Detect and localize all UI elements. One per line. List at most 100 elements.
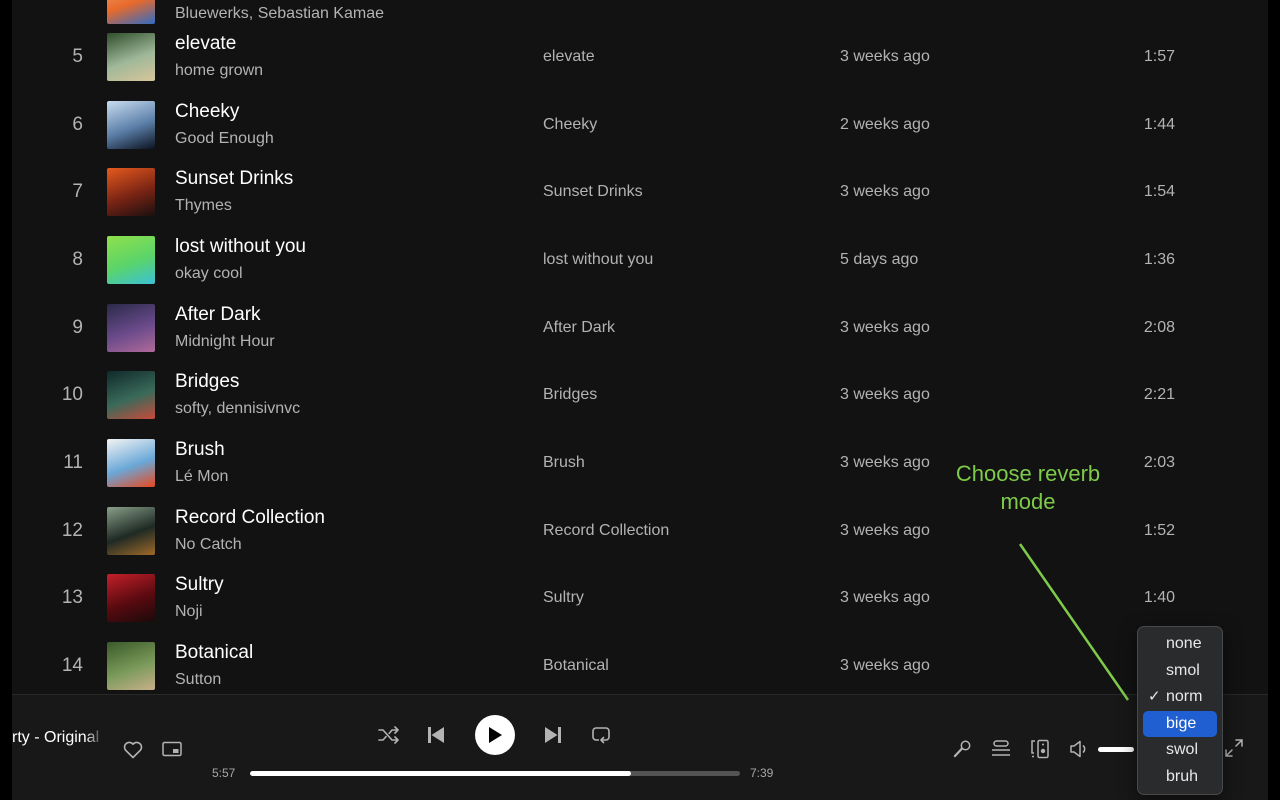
reverb-option-label: swol xyxy=(1166,741,1199,758)
reverb-option-smol[interactable]: smol xyxy=(1143,658,1217,685)
track-album[interactable]: Brush xyxy=(543,454,585,472)
reverb-option-bige[interactable]: bige xyxy=(1143,710,1217,737)
track-row[interactable]: 8 lost without you okay cool lost without y… xyxy=(12,226,1268,294)
track-artist[interactable]: Lé Mon xyxy=(175,468,228,486)
track-album[interactable]: Sunset Drinks xyxy=(543,183,643,201)
next-button[interactable] xyxy=(541,723,565,747)
track-album[interactable]: Botanical xyxy=(543,657,609,675)
date-added: 3 weeks ago xyxy=(840,589,930,606)
track-title[interactable]: Bridges xyxy=(175,371,239,393)
album-art xyxy=(107,439,155,487)
date-added: 3 weeks ago xyxy=(840,657,930,674)
track-row[interactable]: 5 elevate home grown elevate 3 weeks ago 1:57 xyxy=(12,23,1268,91)
play-button[interactable] xyxy=(475,715,515,755)
track-row[interactable]: 7 Sunset Drinks Thymes Sunset Drinks 3 weeks… xyxy=(12,158,1268,226)
track-number: 5 xyxy=(72,46,83,67)
lyrics-button[interactable] xyxy=(950,737,974,761)
track-title[interactable]: Sultry xyxy=(175,574,224,596)
reverb-option-swol[interactable]: swol xyxy=(1143,737,1217,764)
track-row[interactable]: 13 Sultry Noji Sultry 3 weeks ago 1:40 xyxy=(12,564,1268,632)
track-number: 11 xyxy=(63,452,83,473)
track-duration: 1:52 xyxy=(1143,522,1175,539)
volume-icon xyxy=(1070,740,1086,758)
track-duration: 1:54 xyxy=(1143,183,1175,200)
track-row[interactable]: 10 Bridges softy, dennisivnvc Bridges 3 week… xyxy=(12,361,1268,429)
album-art xyxy=(107,0,155,24)
skip-next-icon xyxy=(545,727,561,743)
checkmark-icon: ✓ xyxy=(1148,688,1161,705)
track-album[interactable]: Sultry xyxy=(543,589,584,607)
shuffle-button[interactable] xyxy=(376,723,402,747)
total-time: 7:39 xyxy=(750,766,774,780)
date-added: 3 weeks ago xyxy=(840,48,930,65)
track-album[interactable]: Cheeky xyxy=(543,116,597,134)
track-row[interactable]: 9 After Dark Midnight Hour After Dark 3 week… xyxy=(12,294,1268,362)
reverb-option-none[interactable]: none xyxy=(1143,631,1217,658)
date-added: 3 weeks ago xyxy=(840,522,930,539)
track-list: Bluewerks, Sebastian Kamae 5 elevate home g… xyxy=(12,0,1268,694)
track-title[interactable]: Brush xyxy=(175,439,225,461)
track-album[interactable]: Record Collection xyxy=(543,522,669,540)
fullscreen-icon xyxy=(1225,739,1243,757)
track-duration: 2:21 xyxy=(1143,386,1175,403)
track-album[interactable]: lost without you xyxy=(543,251,653,269)
repeat-button[interactable] xyxy=(589,723,613,747)
shuffle-icon xyxy=(378,726,399,744)
skip-previous-icon xyxy=(428,727,444,743)
volume-slider[interactable] xyxy=(1098,747,1134,752)
date-added: 3 weeks ago xyxy=(840,386,930,403)
track-artist[interactable]: Noji xyxy=(175,603,203,621)
like-button[interactable] xyxy=(120,737,146,763)
track-duration: 2:03 xyxy=(1143,454,1175,471)
fullscreen-button[interactable] xyxy=(1223,737,1245,759)
queue-icon xyxy=(992,740,1010,756)
track-number: 8 xyxy=(72,249,83,270)
track-artist[interactable]: softy, dennisivnvc xyxy=(175,400,300,418)
date-added: 3 weeks ago xyxy=(840,183,930,200)
track-number: 14 xyxy=(61,655,83,676)
volume-fill xyxy=(1098,747,1134,752)
heart-icon xyxy=(123,741,143,759)
track-title[interactable]: elevate xyxy=(175,33,236,55)
track-title[interactable]: lost without you xyxy=(175,236,306,258)
picture-in-picture-button[interactable] xyxy=(160,737,184,761)
microphone-icon xyxy=(953,740,971,758)
volume-button[interactable] xyxy=(1067,737,1091,761)
reverb-option-norm[interactable]: ✓ norm xyxy=(1143,684,1217,711)
date-added: 3 weeks ago xyxy=(840,454,930,471)
reverb-option-label: smol xyxy=(1166,661,1200,679)
track-artist[interactable]: Thymes xyxy=(175,197,232,215)
track-row[interactable]: 6 Cheeky Good Enough Cheeky 2 weeks ago 1:44 xyxy=(12,91,1268,159)
now-playing-title[interactable]: rty - Original xyxy=(12,729,104,747)
track-number: 10 xyxy=(61,384,83,405)
track-title[interactable]: Sunset Drinks xyxy=(175,168,293,190)
track-artist[interactable]: home grown xyxy=(175,62,263,80)
track-album[interactable]: elevate xyxy=(543,48,595,66)
track-artist[interactable]: okay cool xyxy=(175,265,243,283)
track-album[interactable]: Bridges xyxy=(543,386,597,404)
previous-button[interactable] xyxy=(424,723,448,747)
track-artist[interactable]: Midnight Hour xyxy=(175,333,275,351)
track-artist[interactable]: Sutton xyxy=(175,671,221,689)
track-title[interactable]: Cheeky xyxy=(175,101,239,123)
track-title[interactable]: Record Collection xyxy=(175,507,325,529)
date-added: 2 weeks ago xyxy=(840,116,930,133)
date-added: 5 days ago xyxy=(840,251,919,268)
picture-in-picture-icon xyxy=(162,741,182,757)
app-window: Bluewerks, Sebastian Kamae 5 elevate home g… xyxy=(12,0,1268,800)
connect-device-button[interactable] xyxy=(1028,737,1052,761)
track-title[interactable]: After Dark xyxy=(175,304,261,326)
track-row[interactable]: 14 Botanical Sutton Botanical 3 weeks ago xyxy=(12,632,1268,694)
queue-button[interactable] xyxy=(989,737,1013,761)
track-artist[interactable]: No Catch xyxy=(175,536,242,554)
track-artist[interactable]: Good Enough xyxy=(175,130,274,148)
progress-bar[interactable] xyxy=(250,771,740,776)
album-art xyxy=(107,507,155,555)
album-art xyxy=(107,236,155,284)
track-title[interactable]: Botanical xyxy=(175,642,253,664)
track-artist[interactable]: Bluewerks, Sebastian Kamae xyxy=(175,5,384,23)
track-album[interactable]: After Dark xyxy=(543,319,615,337)
repeat-icon xyxy=(592,727,610,744)
album-art xyxy=(107,168,155,216)
reverb-option-bruh[interactable]: bruh xyxy=(1143,764,1217,791)
